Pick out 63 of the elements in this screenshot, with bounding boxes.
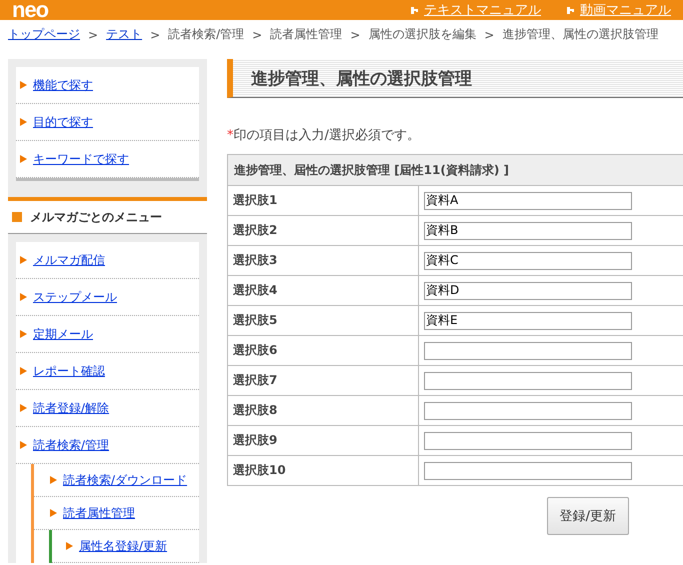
square-icon bbox=[12, 212, 22, 222]
option-label: 選択肢2 bbox=[228, 216, 418, 246]
page-title: 進捗管理、属性の選択肢管理 bbox=[227, 59, 683, 98]
search-link[interactable]: 目的で探す bbox=[33, 114, 93, 130]
option-label: 選択肢3 bbox=[228, 246, 418, 276]
option-input[interactable]: 資料C bbox=[424, 252, 632, 270]
option-label: 選択肢7 bbox=[228, 366, 418, 396]
required-note: *印の項目は入力/選択必須です。 bbox=[227, 127, 421, 144]
option-label: 選択肢1 bbox=[228, 186, 418, 216]
menu-link[interactable]: 読者登録/解除 bbox=[33, 400, 110, 416]
breadcrumb-link[interactable]: トップページ bbox=[8, 26, 80, 43]
option-input[interactable]: 資料A bbox=[424, 192, 632, 210]
option-label: 選択肢8 bbox=[228, 396, 418, 426]
menu-link[interactable]: 読者属性管理 bbox=[63, 504, 135, 522]
breadcrumb-item: 進捗管理、属性の選択肢管理 bbox=[502, 26, 658, 43]
triangle-icon bbox=[20, 155, 27, 163]
option-label: 選択肢9 bbox=[228, 426, 418, 456]
option-label: 選択肢10 bbox=[228, 456, 418, 486]
breadcrumb-separator: > bbox=[88, 28, 98, 42]
option-input[interactable] bbox=[424, 342, 632, 360]
search-link[interactable]: キーワードで探す bbox=[33, 150, 129, 168]
triangle-icon bbox=[20, 293, 27, 301]
menu-title: メルマガごとのメニュー bbox=[30, 208, 162, 226]
breadcrumb-item: 属性の選択肢を編集 bbox=[368, 26, 476, 43]
submit-button[interactable]: 登録/更新 bbox=[546, 497, 629, 535]
option-input[interactable] bbox=[424, 402, 632, 420]
bullet-icon bbox=[567, 6, 574, 14]
triangle-icon bbox=[20, 404, 27, 412]
menu-link[interactable]: メルマガ配信 bbox=[33, 252, 105, 268]
bullet-icon bbox=[411, 6, 418, 14]
option-input[interactable]: 資料D bbox=[424, 282, 632, 300]
triangle-icon bbox=[20, 256, 27, 264]
option-label: 選択肢6 bbox=[228, 336, 418, 366]
menu-link[interactable]: 読者検索/ダウンロード bbox=[63, 472, 188, 488]
table-caption: 進捗管理、屆性の選択肢管理 [屆性11(資料請求) ] bbox=[228, 154, 683, 186]
triangle-icon bbox=[20, 441, 27, 449]
breadcrumb-separator: > bbox=[484, 28, 494, 42]
triangle-icon bbox=[50, 476, 57, 484]
option-label: 選択肢5 bbox=[228, 306, 418, 336]
option-input[interactable]: 資料E bbox=[424, 312, 632, 330]
triangle-icon bbox=[66, 542, 73, 550]
menu-link[interactable]: ステップメール bbox=[33, 288, 117, 306]
menu-link[interactable]: レポート確認 bbox=[33, 362, 105, 380]
triangle-icon bbox=[20, 81, 27, 89]
breadcrumb-item: 読者検索/管理 bbox=[168, 26, 244, 43]
triangle-icon bbox=[20, 118, 27, 126]
option-input[interactable]: 資料B bbox=[424, 222, 632, 240]
option-input[interactable] bbox=[424, 432, 632, 450]
option-input[interactable] bbox=[424, 372, 632, 390]
menu-link[interactable]: 読者検索/管理 bbox=[33, 436, 110, 454]
triangle-icon bbox=[50, 509, 57, 517]
option-input[interactable] bbox=[424, 462, 632, 480]
menu-link[interactable]: 定期メール bbox=[33, 326, 93, 342]
breadcrumb-separator: > bbox=[252, 28, 262, 42]
triangle-icon bbox=[20, 367, 27, 375]
breadcrumb-link[interactable]: テスト bbox=[106, 26, 142, 43]
breadcrumb-separator: > bbox=[350, 28, 360, 42]
option-label: 選択肢4 bbox=[228, 276, 418, 306]
menu-link[interactable]: 属性名登録/更新 bbox=[79, 538, 168, 554]
breadcrumb-item: 読者属性管理 bbox=[270, 26, 342, 43]
search-link[interactable]: 機能で探す bbox=[33, 76, 93, 94]
triangle-icon bbox=[20, 330, 27, 338]
breadcrumb-separator: > bbox=[150, 28, 160, 42]
